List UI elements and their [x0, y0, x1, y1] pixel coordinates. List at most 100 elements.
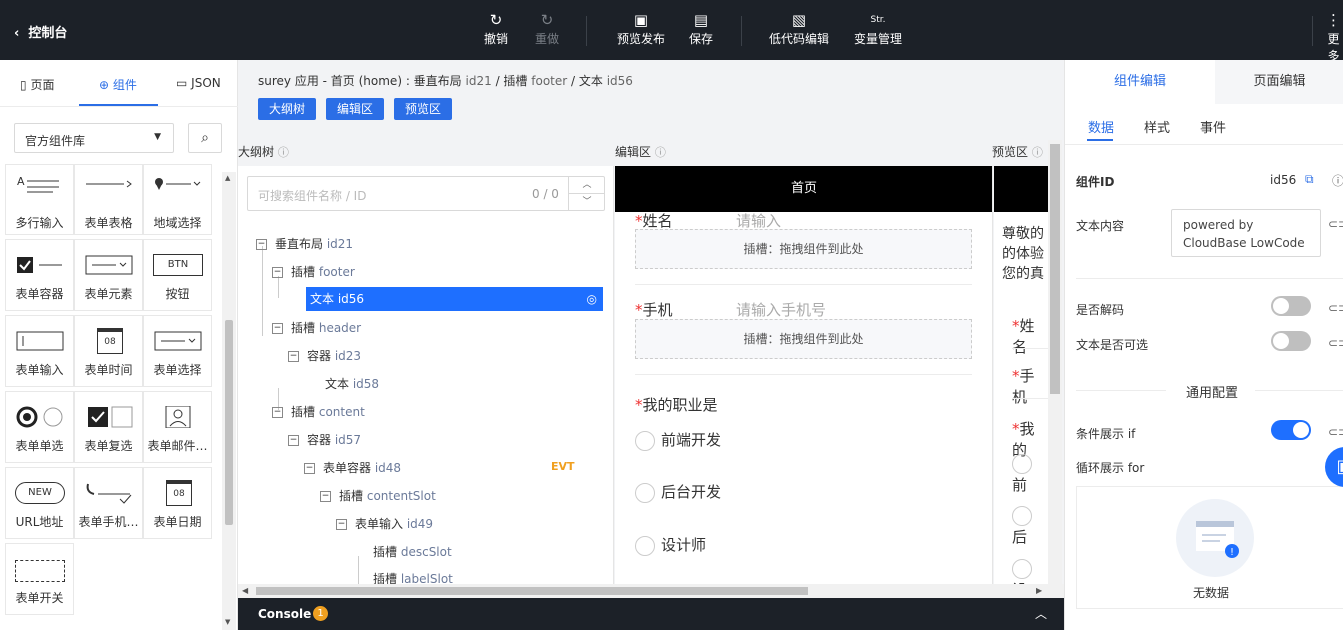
outline-search-input[interactable]: 可搜索组件名称 / ID: [258, 187, 366, 204]
tree-node[interactable]: − 垂直布局 id21: [256, 232, 353, 256]
component-form-email[interactable]: 表单邮件…: [143, 391, 212, 463]
preview-publish-button[interactable]: ▣ 预览发布: [617, 10, 665, 47]
scroll-right-icon[interactable]: ▶: [1036, 586, 1042, 595]
horizontal-scrollbar[interactable]: ◀ ▶: [238, 584, 1064, 598]
collapse-icon[interactable]: −: [336, 519, 347, 530]
tab-component-edit[interactable]: 组件编辑: [1065, 60, 1215, 104]
tab-page-edit[interactable]: 页面编辑: [1215, 60, 1343, 104]
toggle-preview-button[interactable]: 预览区: [394, 98, 453, 120]
library-scrollbar[interactable]: ▲ ▼: [222, 172, 236, 630]
variable-manage-button[interactable]: Str. 变量管理: [854, 10, 902, 47]
chevron-up-icon[interactable]: ︿: [569, 177, 605, 193]
condition-toggle[interactable]: [1271, 420, 1311, 440]
tree-node[interactable]: 文本 id58: [325, 372, 379, 396]
tree-node[interactable]: − 插槽 content: [272, 400, 365, 424]
tree-node[interactable]: − 容器 id23: [288, 344, 361, 368]
preview-radio[interactable]: 前: [1012, 454, 1049, 495]
eye-slash-icon[interactable]: ◎: [587, 287, 597, 311]
component-form-radio[interactable]: 表单单选: [5, 391, 74, 463]
redo-button[interactable]: ↻ 重做: [535, 10, 559, 47]
tab-components[interactable]: ⊕ 组件: [99, 76, 137, 93]
collapse-icon[interactable]: −: [320, 491, 331, 502]
preview-radio[interactable]: 后: [1012, 506, 1049, 547]
preview-radio[interactable]: 设: [1012, 559, 1049, 584]
subtab-style[interactable]: 样式: [1144, 117, 1170, 136]
breadcrumb-node[interactable]: 插槽: [503, 74, 527, 88]
radio-option[interactable]: 前端开发: [635, 429, 721, 451]
bind-link-icon[interactable]: ⊂⊃: [1328, 425, 1343, 439]
lowcode-edit-button[interactable]: ▧ 低代码编辑: [769, 10, 829, 47]
component-form-element[interactable]: 表单元素: [74, 239, 143, 311]
back-to-console-button[interactable]: ‹ 控制台: [14, 22, 67, 41]
console-bar[interactable]: Console 1 ︿: [238, 598, 1064, 630]
collapse-icon[interactable]: −: [288, 435, 299, 446]
component-form-checkbox[interactable]: 表单复选: [74, 391, 143, 463]
phone-input[interactable]: 请输入手机号: [736, 299, 826, 320]
decode-toggle[interactable]: [1271, 296, 1311, 316]
selectable-toggle[interactable]: [1271, 331, 1311, 351]
drop-slot[interactable]: 插槽：拖拽组件到此处: [635, 319, 972, 359]
subtab-event[interactable]: 事件: [1200, 117, 1226, 136]
page-header[interactable]: 首页: [615, 166, 992, 212]
name-input[interactable]: 请输入: [736, 210, 781, 231]
breadcrumb-node[interactable]: 文本: [579, 74, 603, 88]
tree-node[interactable]: − 表单容器 id48: [304, 456, 401, 480]
info-icon[interactable]: ⓘ: [655, 146, 666, 159]
more-button[interactable]: ⋮ 更多: [1324, 10, 1343, 64]
component-form-switch[interactable]: 表单开关: [5, 543, 74, 615]
tree-node[interactable]: − 插槽 footer: [272, 260, 355, 284]
chat-help-button[interactable]: ▣: [1325, 447, 1343, 487]
collapse-icon[interactable]: −: [256, 239, 267, 250]
toggle-editor-button[interactable]: 编辑区: [326, 98, 385, 120]
tree-node[interactable]: − 插槽 header: [272, 316, 361, 340]
scrollbar-thumb[interactable]: [225, 320, 233, 525]
library-select[interactable]: 官方组件库 ▼: [14, 123, 174, 153]
toggle-outline-button[interactable]: 大纲树: [258, 98, 317, 120]
info-icon[interactable]: ⓘ: [1332, 172, 1343, 189]
collapse-icon[interactable]: −: [272, 267, 283, 278]
save-button[interactable]: ▤ 保存: [689, 10, 713, 47]
tab-page[interactable]: ▯ 页面: [20, 76, 54, 93]
scrollbar-thumb[interactable]: [256, 587, 808, 595]
scrollbar-thumb[interactable]: [1050, 144, 1060, 394]
tree-node[interactable]: 插槽 labelSlot: [373, 567, 453, 584]
bind-link-icon[interactable]: ⊂⊃: [1328, 301, 1343, 315]
component-form-time[interactable]: 08 表单时间: [74, 315, 143, 387]
radio-option[interactable]: 设计师: [635, 534, 706, 556]
tree-node[interactable]: − 容器 id57: [288, 428, 361, 452]
drop-slot[interactable]: 插槽：拖拽组件到此处: [635, 229, 972, 269]
component-multiline-input[interactable]: A 多行输入: [5, 164, 74, 235]
component-button[interactable]: BTN 按钮: [143, 239, 212, 311]
chevron-up-icon[interactable]: ︿: [1035, 605, 1047, 622]
breadcrumb-node[interactable]: 垂直布局: [414, 74, 462, 88]
component-url[interactable]: NEW URL地址: [5, 467, 74, 539]
collapse-icon[interactable]: −: [304, 463, 315, 474]
component-form-select[interactable]: 表单选择: [143, 315, 212, 387]
undo-button[interactable]: ↻ 撤销: [484, 10, 508, 47]
bind-link-icon[interactable]: ⊂⊃: [1328, 217, 1343, 231]
component-form-table[interactable]: 表单表格: [74, 164, 143, 235]
subtab-data[interactable]: 数据: [1088, 117, 1114, 136]
component-form-container[interactable]: 表单容器: [5, 239, 74, 311]
scroll-left-icon[interactable]: ◀: [242, 586, 248, 595]
copy-icon[interactable]: ⧉: [1305, 172, 1314, 187]
tree-node[interactable]: 插槽 descSlot: [373, 540, 452, 564]
outline-search[interactable]: 可搜索组件名称 / ID 0 / 0 ︿ ﹀: [247, 176, 605, 211]
library-search-button[interactable]: ⌕: [188, 123, 222, 153]
collapse-icon[interactable]: −: [272, 323, 283, 334]
collapse-icon[interactable]: −: [272, 407, 283, 418]
tab-json[interactable]: ▭ JSON: [176, 76, 221, 90]
breadcrumb-page[interactable]: 首页 (home): [331, 74, 402, 88]
tree-node[interactable]: − 表单输入 id49: [336, 512, 433, 536]
breadcrumb-app[interactable]: surey 应用: [258, 74, 319, 88]
component-region-select[interactable]: 地域选择: [143, 164, 212, 235]
collapse-icon[interactable]: −: [288, 351, 299, 362]
radio-option[interactable]: 后台开发: [635, 481, 721, 503]
tree-node-selected[interactable]: 文本 id56 ◎: [306, 287, 603, 311]
component-form-input[interactable]: 表单输入: [5, 315, 74, 387]
tree-node[interactable]: − 插槽 contentSlot: [320, 484, 436, 508]
info-icon[interactable]: ⓘ: [278, 146, 289, 159]
chevron-down-icon[interactable]: ﹀: [569, 193, 605, 210]
preview-scrollbar[interactable]: [1048, 140, 1062, 584]
text-content-textarea[interactable]: powered by CloudBase LowCode: [1171, 209, 1321, 257]
